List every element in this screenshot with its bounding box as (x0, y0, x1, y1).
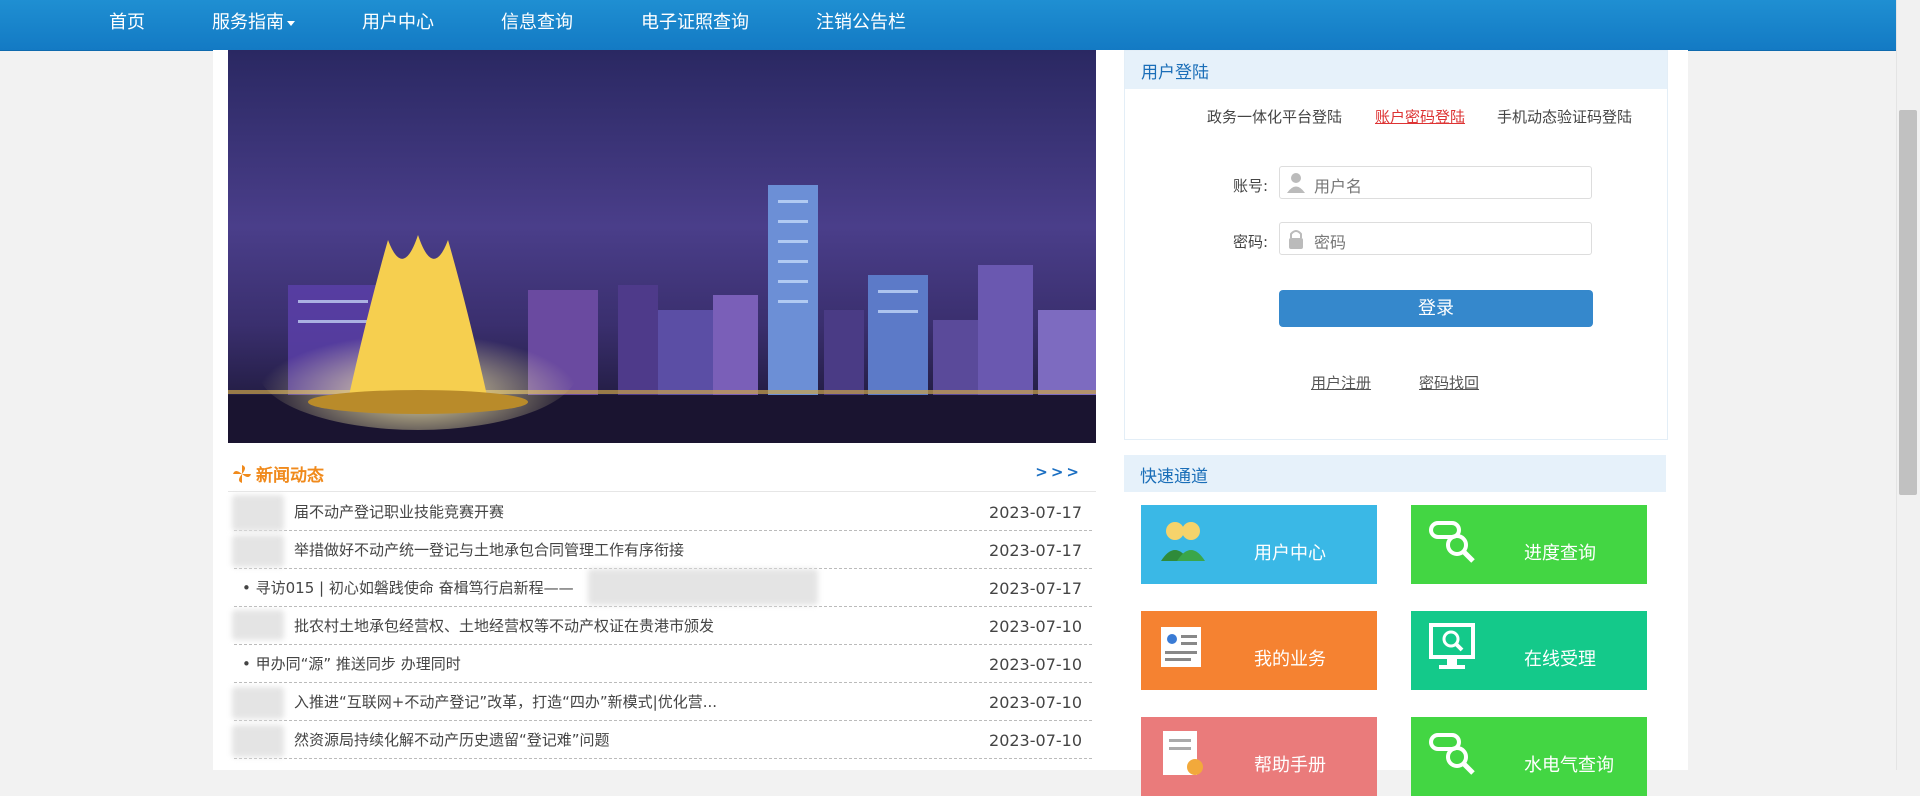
news-item-date: 2023-07-17 (989, 541, 1082, 560)
pinwheel-icon (233, 465, 251, 483)
nav-user-center[interactable]: 用户中心 (362, 0, 434, 46)
banner-image (228, 50, 1096, 443)
nav-home[interactable]: 首页 (109, 0, 145, 46)
news-item-date: 2023-07-17 (989, 503, 1082, 522)
redaction-block (232, 610, 284, 640)
news-item[interactable]: 然资源局持续化解不动产历史遗留“登记难”问题 2023-07-10 (234, 721, 1092, 759)
top-navigation: 首页 服务指南 用户中心 信息查询 电子证照查询 注销公告栏 (0, 0, 1896, 51)
news-more-link[interactable]: >>> (1035, 463, 1082, 481)
tile-label: 在线受理 (1524, 649, 1596, 670)
redaction-block (588, 569, 818, 605)
news-item-title[interactable]: 举措做好不动产统一登记与土地承包合同管理工作有序衔接 (294, 539, 684, 560)
quick-access-header: 快速通道 (1124, 455, 1666, 492)
chevron-down-icon (287, 20, 295, 26)
news-item-title[interactable]: 然资源局持续化解不动产历史遗留“登记难”问题 (294, 729, 610, 750)
news-item[interactable]: 批农村土地承包经营权、土地经营权等不动产权证在贵港市颁发 2023-07-10 (234, 607, 1092, 645)
login-button[interactable]: 登录 (1279, 290, 1593, 327)
news-item-title[interactable]: • 甲办同“源” 推送同步 办理同时 (242, 653, 461, 674)
city-night-scene (228, 185, 1096, 443)
news-header: 新闻动态 >>> (228, 455, 1096, 492)
tile-label: 进度查询 (1524, 543, 1596, 564)
news-item[interactable]: • 甲办同“源” 推送同步 办理同时 2023-07-10 (234, 645, 1092, 683)
tab-gov-platform-login[interactable]: 政务一体化平台登陆 (1207, 106, 1342, 127)
news-item-date: 2023-07-10 (989, 693, 1082, 712)
tile-progress-query[interactable]: 进度查询 (1411, 505, 1647, 584)
news-item-title[interactable]: 批农村土地承包经营权、土地经营权等不动产权证在贵港市颁发 (294, 615, 714, 636)
login-panel: 用户登陆 政务一体化平台登陆 账户密码登陆 手机动态验证码登陆 账号: 用户名 … (1124, 50, 1668, 440)
lock-icon (1289, 230, 1303, 249)
nav-info-query[interactable]: 信息查询 (501, 0, 573, 46)
tab-sms-code-login[interactable]: 手机动态验证码登陆 (1497, 106, 1632, 127)
monitor-search-icon (1429, 623, 1475, 669)
utility-search-icon (1429, 733, 1475, 775)
redaction-block (232, 725, 284, 757)
password-placeholder: 密码 (1314, 233, 1347, 252)
tile-label: 我的业务 (1254, 649, 1326, 670)
news-item-date: 2023-07-17 (989, 579, 1082, 598)
news-item-date: 2023-07-10 (989, 731, 1082, 750)
tile-online-acceptance[interactable]: 在线受理 (1411, 611, 1647, 690)
nav-service-guide[interactable]: 服务指南 (212, 0, 295, 46)
tile-utility-query[interactable]: 水电气查询 (1411, 717, 1647, 796)
tab-account-password-login[interactable]: 账户密码登陆 (1375, 106, 1465, 127)
tile-label: 水电气查询 (1524, 755, 1614, 776)
register-link[interactable]: 用户注册 (1311, 372, 1371, 393)
business-card-icon (1161, 627, 1201, 667)
nav-cancellation-board[interactable]: 注销公告栏 (816, 0, 906, 46)
password-label: 密码: (1233, 233, 1269, 251)
quick-access-panel: 快速通道 用户中心 进度查询 我的业务 在线受理 帮助手册 水电气查询 (1124, 455, 1666, 796)
search-progress-icon (1429, 521, 1475, 563)
tile-my-business[interactable]: 我的业务 (1141, 611, 1377, 690)
username-placeholder: 用户名 (1314, 177, 1363, 196)
scrollbar-thumb[interactable] (1899, 110, 1917, 495)
nav-service-guide-label: 服务指南 (212, 12, 284, 33)
recover-password-link[interactable]: 密码找回 (1419, 372, 1479, 393)
news-item-title[interactable]: 入推进“互联网+不动产登记”改革，打造“四办”新模式|优化营... (294, 691, 717, 712)
account-label: 账号: (1233, 177, 1269, 195)
password-input[interactable]: 密码 (1279, 222, 1592, 255)
news-section: 新闻动态 >>> 届不动产登记职业技能竞赛开赛 2023-07-17 举措做好不… (228, 455, 1096, 770)
news-item[interactable]: 入推进“互联网+不动产登记”改革，打造“四办”新模式|优化营... 2023-0… (234, 683, 1092, 721)
news-item-title[interactable]: 届不动产登记职业技能竞赛开赛 (294, 501, 504, 522)
redaction-block (232, 495, 284, 531)
quick-access-title: 快速通道 (1140, 467, 1208, 487)
login-panel-title: 用户登陆 (1141, 63, 1209, 83)
username-input[interactable]: 用户名 (1279, 166, 1592, 199)
users-icon (1161, 522, 1205, 561)
nav-e-license-query[interactable]: 电子证照查询 (641, 0, 749, 46)
login-panel-header: 用户登陆 (1125, 51, 1667, 89)
tile-label: 用户中心 (1254, 543, 1326, 564)
tile-label: 帮助手册 (1254, 755, 1326, 776)
news-item[interactable]: 届不动产登记职业技能竞赛开赛 2023-07-17 (234, 493, 1092, 531)
news-item[interactable]: 举措做好不动产统一登记与土地承包合同管理工作有序衔接 2023-07-17 (234, 531, 1092, 569)
news-item-date: 2023-07-10 (989, 655, 1082, 674)
user-icon (1287, 173, 1305, 193)
news-item-title[interactable]: • 寻访015 | 初心如磐践使命 奋楫笃行启新程—— (242, 577, 574, 598)
redaction-block (232, 535, 284, 567)
tile-user-center[interactable]: 用户中心 (1141, 505, 1377, 584)
help-document-icon (1163, 731, 1203, 775)
news-item-date: 2023-07-10 (989, 617, 1082, 636)
news-title: 新闻动态 (256, 466, 324, 486)
redaction-block (232, 687, 284, 719)
tile-help-manual[interactable]: 帮助手册 (1141, 717, 1377, 796)
